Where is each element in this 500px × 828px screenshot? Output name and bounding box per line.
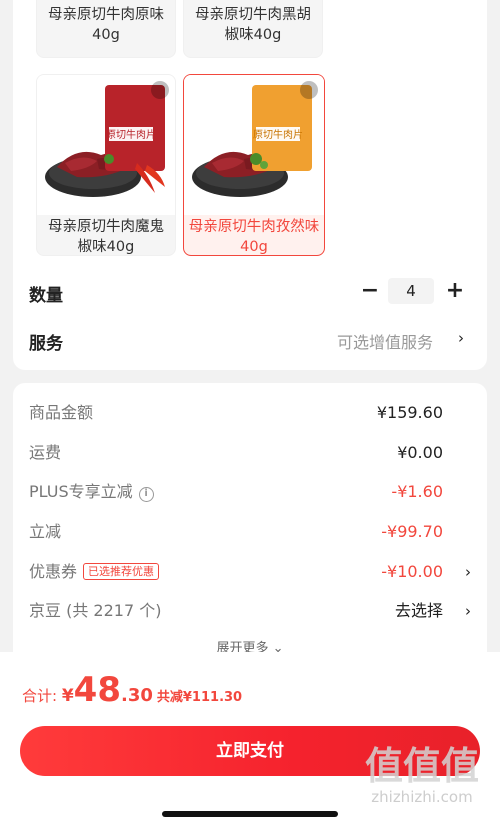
total-saved: 共减¥111.30	[156, 690, 243, 705]
chevron-right-icon[interactable]: ›	[458, 329, 464, 347]
variant-label: 母亲原切牛肉原味40g	[48, 7, 164, 43]
variant-devil-pepper[interactable]: 原切牛肉片 母亲原切牛肉魔鬼椒味40g	[36, 74, 176, 256]
package-text: 原切牛肉片	[253, 128, 303, 141]
watermark: 值值值 zhizhizhi.com	[352, 745, 492, 825]
quantity-input[interactable]: 4	[388, 278, 434, 304]
variant-label: 母亲原切牛肉魔鬼椒味40g	[48, 219, 164, 255]
zoom-icon[interactable]	[151, 81, 169, 99]
plus-discount-value: -¥1.60	[391, 482, 443, 501]
coupon-text: 优惠券	[29, 562, 78, 581]
jingdou-label: 京豆 (共 2217 个)	[29, 601, 162, 620]
variant-cumin[interactable]: 原切牛肉片 母亲原切牛肉孜然味40g	[183, 74, 325, 256]
total-decimal: .30	[121, 685, 153, 706]
total-line: 合计: ¥48.30 共减¥111.30	[22, 670, 242, 710]
total-currency: ¥	[61, 686, 74, 706]
quantity-minus-button[interactable]: −	[360, 280, 380, 302]
jingdou-row[interactable]: 京豆 (共 2217 个) 去选择 ›	[29, 599, 471, 623]
quantity-label: 数量	[29, 286, 63, 306]
variant-label: 母亲原切牛肉孜然味40g	[188, 219, 320, 255]
coupon-label: 优惠券 已选推荐优惠	[29, 560, 160, 584]
quantity-plus-button[interactable]: +	[445, 280, 465, 302]
coupon-badge: 已选推荐优惠	[83, 563, 160, 580]
coupon-row[interactable]: 优惠券 已选推荐优惠 -¥10.00 ›	[29, 560, 471, 584]
info-icon[interactable]: i	[138, 487, 154, 502]
service-label: 服务	[29, 334, 63, 354]
goods-amount-row: 商品金额 ¥159.60	[29, 401, 471, 425]
instant-discount-row: 立减 -¥99.70	[29, 520, 471, 544]
home-indicator[interactable]	[162, 811, 338, 817]
goods-amount-label: 商品金额	[29, 403, 94, 422]
chevron-right-icon[interactable]: ›	[465, 599, 471, 623]
zoom-icon[interactable]	[300, 81, 318, 99]
shipping-value: ¥0.00	[397, 443, 443, 462]
total-integer: 48	[73, 670, 121, 710]
cost-breakdown-card: 商品金额 ¥159.60 运费 ¥0.00 PLUS专享立减 i -¥1.60 立…	[13, 383, 487, 683]
shipping-row: 运费 ¥0.00	[29, 441, 471, 465]
instant-discount-value: -¥99.70	[381, 522, 443, 541]
shipping-label: 运费	[29, 443, 62, 462]
watermark-url: zhizhizhi.com	[371, 788, 473, 806]
product-options-card: 母亲原切牛肉原味40g 母亲原切牛肉黑胡椒味40g 原切牛肉片 母亲原切牛肉魔鬼…	[13, 0, 487, 370]
watermark-logo: 值值值	[364, 744, 479, 788]
instant-discount-label: 立减	[29, 522, 62, 541]
plus-discount-text: PLUS专享立减	[29, 482, 133, 501]
variant-original[interactable]: 母亲原切牛肉原味40g	[36, 0, 176, 58]
chevron-right-icon[interactable]: ›	[465, 560, 471, 584]
goods-amount-value: ¥159.60	[376, 403, 443, 422]
plus-discount-label: PLUS专享立减 i	[29, 480, 154, 504]
total-label: 合计:	[22, 687, 62, 705]
variant-black-pepper[interactable]: 母亲原切牛肉黑胡椒味40g	[183, 0, 323, 58]
jingdou-value: 去选择	[394, 601, 443, 620]
package-text: 原切牛肉片	[106, 128, 156, 141]
variant-label: 母亲原切牛肉黑胡椒味40g	[195, 7, 311, 43]
coupon-value: -¥10.00	[381, 562, 443, 581]
plus-discount-row: PLUS专享立减 i -¥1.60	[29, 480, 471, 504]
service-value[interactable]: 可选增值服务	[337, 329, 433, 353]
